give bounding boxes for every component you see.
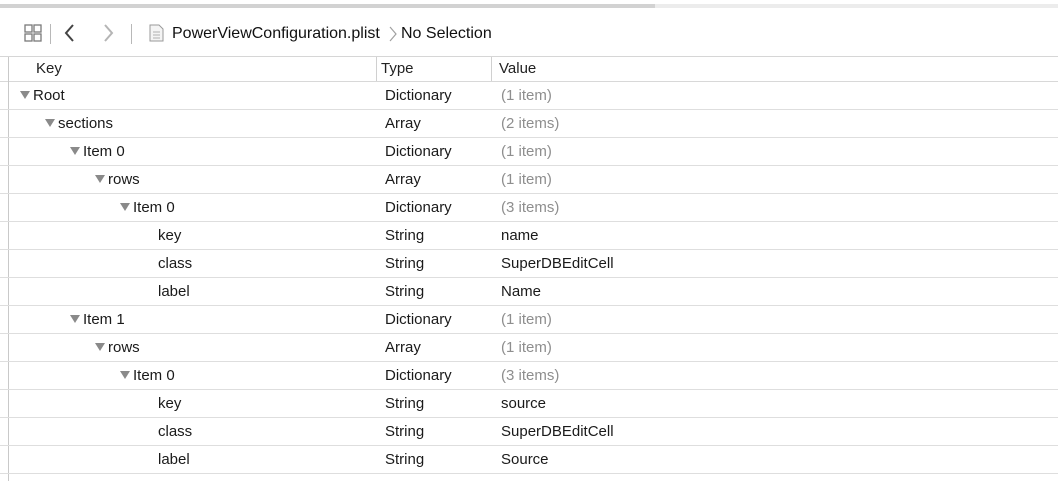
row-value-cell[interactable]: Source (501, 446, 549, 473)
outline-row[interactable]: class String SuperDBEditCell (0, 418, 1058, 446)
disclosure-triangle-icon[interactable] (45, 119, 55, 128)
row-type-cell[interactable]: Dictionary (385, 138, 452, 165)
disclosure-triangle-icon[interactable] (120, 203, 130, 212)
tab-bar-inactive (655, 4, 1058, 8)
row-key-label: label (158, 283, 190, 300)
row-type-cell[interactable]: Dictionary (385, 362, 452, 389)
outline-row[interactable]: Item 0 Dictionary (3 items) (0, 194, 1058, 222)
row-key-label: class (158, 255, 193, 272)
row-type-cell[interactable]: Dictionary (385, 82, 452, 109)
tab-bar-active (0, 4, 655, 8)
row-value-cell[interactable]: (3 items) (501, 362, 559, 389)
outline-row[interactable]: Item 0 Dictionary (1 item) (0, 138, 1058, 166)
row-type-cell[interactable]: Dictionary (385, 306, 452, 333)
row-key-label: rows (108, 171, 140, 188)
row-key-cell[interactable]: Item 0 (120, 194, 175, 221)
row-type-cell[interactable]: Dictionary (385, 194, 452, 221)
related-items-grid-icon[interactable] (24, 24, 42, 42)
row-value-cell[interactable]: (1 item) (501, 334, 552, 361)
row-key-cell[interactable]: key (158, 222, 181, 249)
disclosure-triangle-icon[interactable] (95, 175, 105, 184)
row-type-cell[interactable]: String (385, 418, 424, 445)
row-key-cell[interactable]: rows (95, 334, 140, 361)
outline-row[interactable]: sections Array (2 items) (0, 110, 1058, 138)
row-type-cell[interactable]: String (385, 250, 424, 277)
jump-bar-divider (131, 24, 132, 44)
plist-outline: Root Dictionary (1 item) sections Array (2 it… (0, 82, 1058, 474)
column-header-value[interactable]: Value (499, 59, 536, 79)
row-type-cell[interactable]: Array (385, 166, 421, 193)
row-value-cell[interactable]: (1 item) (501, 306, 552, 333)
row-value-cell[interactable]: (1 item) (501, 82, 552, 109)
plist-file-icon (149, 24, 164, 42)
row-key-cell[interactable]: label (158, 278, 190, 305)
outline-row[interactable]: rows Array (1 item) (0, 166, 1058, 194)
row-type-cell[interactable]: String (385, 222, 424, 249)
disclosure-triangle-icon[interactable] (95, 343, 105, 352)
outline-row[interactable]: rows Array (1 item) (0, 334, 1058, 362)
outline-row[interactable]: label String Source (0, 446, 1058, 474)
row-value-cell[interactable]: SuperDBEditCell (501, 250, 614, 277)
breadcrumb-file[interactable]: PowerViewConfiguration.plist (172, 24, 380, 44)
forward-arrow-icon[interactable] (101, 23, 117, 43)
row-value-cell[interactable]: Name (501, 278, 541, 305)
column-divider[interactable] (491, 57, 492, 81)
row-key-label: class (158, 423, 193, 440)
back-arrow-icon[interactable] (62, 23, 78, 43)
row-key-label: Item 1 (83, 311, 125, 328)
outline-row[interactable]: Item 0 Dictionary (3 items) (0, 362, 1058, 390)
row-value-cell[interactable]: (1 item) (501, 138, 552, 165)
jump-bar: PowerViewConfiguration.plist No Selectio… (0, 10, 1058, 57)
row-key-cell[interactable]: rows (95, 166, 140, 193)
row-value-cell[interactable]: source (501, 390, 546, 417)
outline-row[interactable]: Item 1 Dictionary (1 item) (0, 306, 1058, 334)
row-key-label: rows (108, 339, 140, 356)
row-key-label: Item 0 (83, 143, 125, 160)
row-type-cell[interactable]: String (385, 446, 424, 473)
row-type-cell[interactable]: Array (385, 334, 421, 361)
row-key-label: Item 0 (133, 367, 175, 384)
breadcrumb-chevron-icon (389, 26, 397, 42)
row-type-cell[interactable]: String (385, 390, 424, 417)
row-type-cell[interactable]: Array (385, 110, 421, 137)
row-value-cell[interactable]: (1 item) (501, 166, 552, 193)
disclosure-triangle-icon[interactable] (120, 371, 130, 380)
row-key-label: key (158, 395, 182, 412)
row-value-cell[interactable]: SuperDBEditCell (501, 418, 614, 445)
column-header-key[interactable]: Key (36, 59, 62, 79)
row-value-cell[interactable]: name (501, 222, 539, 249)
row-key-label: Root (33, 87, 65, 104)
row-key-label: key (158, 227, 182, 244)
row-key-cell[interactable]: Root (20, 82, 65, 109)
column-header-type[interactable]: Type (381, 59, 414, 79)
row-value-cell[interactable]: (2 items) (501, 110, 559, 137)
row-key-cell[interactable]: label (158, 446, 190, 473)
row-value-cell[interactable]: (3 items) (501, 194, 559, 221)
row-key-label: Item 0 (133, 199, 175, 216)
row-key-cell[interactable]: class (158, 418, 192, 445)
breadcrumb-selection[interactable]: No Selection (401, 24, 492, 44)
row-key-cell[interactable]: Item 0 (120, 362, 175, 389)
disclosure-triangle-icon[interactable] (70, 147, 80, 156)
row-key-cell[interactable]: key (158, 390, 181, 417)
row-key-cell[interactable]: Item 1 (70, 306, 125, 333)
row-key-label: sections (58, 115, 114, 132)
outline-row[interactable]: key String source (0, 390, 1058, 418)
disclosure-triangle-icon[interactable] (20, 91, 30, 100)
outline-row[interactable]: class String SuperDBEditCell (0, 250, 1058, 278)
outline-row[interactable]: Root Dictionary (1 item) (0, 82, 1058, 110)
row-key-cell[interactable]: sections (45, 110, 113, 137)
outline-row[interactable]: key String name (0, 222, 1058, 250)
row-key-cell[interactable]: Item 0 (70, 138, 125, 165)
jump-bar-divider (50, 24, 51, 44)
row-key-cell[interactable]: class (158, 250, 192, 277)
column-divider[interactable] (376, 57, 377, 81)
row-type-cell[interactable]: String (385, 278, 424, 305)
outline-row[interactable]: label String Name (0, 278, 1058, 306)
column-header: Key Type Value (0, 57, 1058, 82)
row-key-label: label (158, 451, 190, 468)
disclosure-triangle-icon[interactable] (70, 315, 80, 324)
